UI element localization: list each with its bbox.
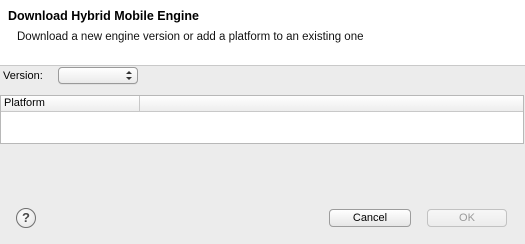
dialog-description: Download a new engine version or add a p… xyxy=(17,31,364,43)
table-body[interactable] xyxy=(1,112,523,143)
up-down-arrows-icon xyxy=(125,70,133,81)
version-select[interactable] xyxy=(58,67,138,84)
help-icon[interactable]: ? xyxy=(16,208,36,228)
ok-button[interactable]: OK xyxy=(427,209,507,227)
platform-table[interactable]: Platform xyxy=(0,95,524,144)
table-header: Platform xyxy=(1,96,523,112)
column-header-platform[interactable]: Platform xyxy=(1,96,140,111)
dialog-title: Download Hybrid Mobile Engine xyxy=(8,9,199,23)
column-header-platform-label: Platform xyxy=(4,97,45,109)
version-label: Version: xyxy=(3,70,43,82)
dialog-header: Download Hybrid Mobile Engine Download a… xyxy=(0,0,525,66)
column-header-empty xyxy=(140,96,523,111)
cancel-button[interactable]: Cancel xyxy=(329,209,411,227)
